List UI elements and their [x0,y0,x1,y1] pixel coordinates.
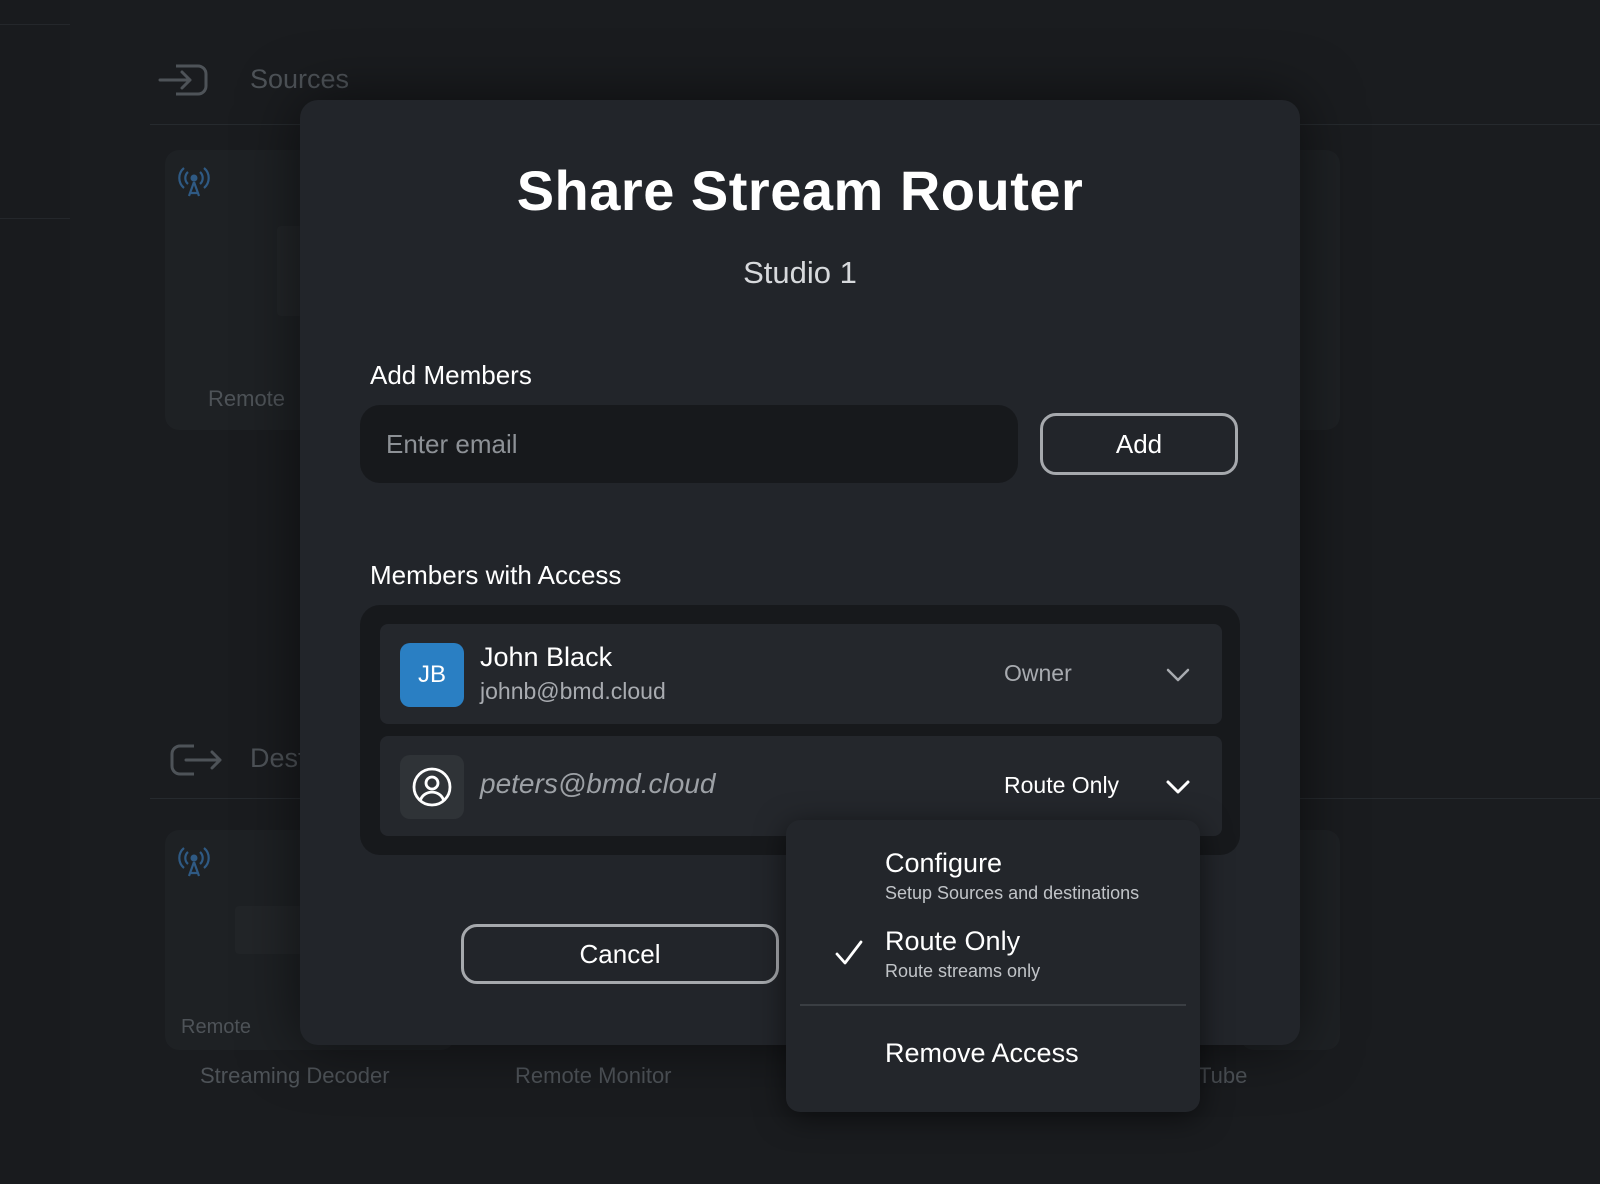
dialog-subtitle: Studio 1 [743,255,857,290]
broadcast-icon [178,167,210,197]
dialog-title: Share Stream Router [516,159,1084,222]
members-label: Members with Access [370,560,622,590]
member-email: johnb@bmd.cloud [480,678,666,704]
user-icon [412,767,452,807]
member-name: John Black [480,642,613,672]
menu-item-route-only[interactable]: Route Only Route streams only [885,926,1040,982]
card-small-label: Remote [181,1016,252,1038]
add-members-label: Add Members [370,360,532,390]
card-label: Tube [1198,1063,1248,1088]
email-input[interactable] [360,405,1018,483]
chevron-down-icon[interactable] [1165,662,1191,688]
role-select[interactable]: Route Only [1004,772,1119,799]
role-dropdown-menu: Configure Setup Sources and destinations… [786,820,1200,1112]
checkmark-icon [835,940,863,965]
cancel-button[interactable]: Cancel [461,924,779,984]
menu-divider [800,1004,1186,1006]
divider [0,218,70,219]
card-label: Streaming Decoder [200,1063,390,1088]
destinations-title: Dest [250,743,306,773]
avatar [400,755,464,819]
divider [0,24,70,25]
card-label: Remote [208,386,286,411]
menu-item-title: Configure [885,848,1003,878]
broadcast-icon [178,847,210,877]
left-panel [0,0,70,1184]
device-image [235,906,305,954]
avatar: JB [400,643,464,707]
role-select[interactable]: Owner [1004,660,1072,687]
member-email: peters@bmd.cloud [480,768,716,799]
sources-icon [158,64,208,96]
sources-title: Sources [250,64,350,94]
member-row: JB John Black johnb@bmd.cloud Owner [380,624,1222,724]
destinations-icon [170,744,222,776]
menu-item-subtitle: Setup Sources and destinations [885,883,1140,903]
add-button[interactable]: Add [1040,413,1238,475]
menu-item-subtitle: Route streams only [885,961,1041,981]
members-list: JB John Black johnb@bmd.cloud Owner pete… [360,605,1240,855]
menu-item-title: Route Only [885,926,1021,956]
menu-item-remove-access[interactable]: Remove Access [885,1038,1079,1069]
card-label: Remote Monitor [515,1063,672,1088]
menu-item-configure[interactable]: Configure Setup Sources and destinations [885,848,1139,904]
chevron-down-icon[interactable] [1165,774,1191,800]
